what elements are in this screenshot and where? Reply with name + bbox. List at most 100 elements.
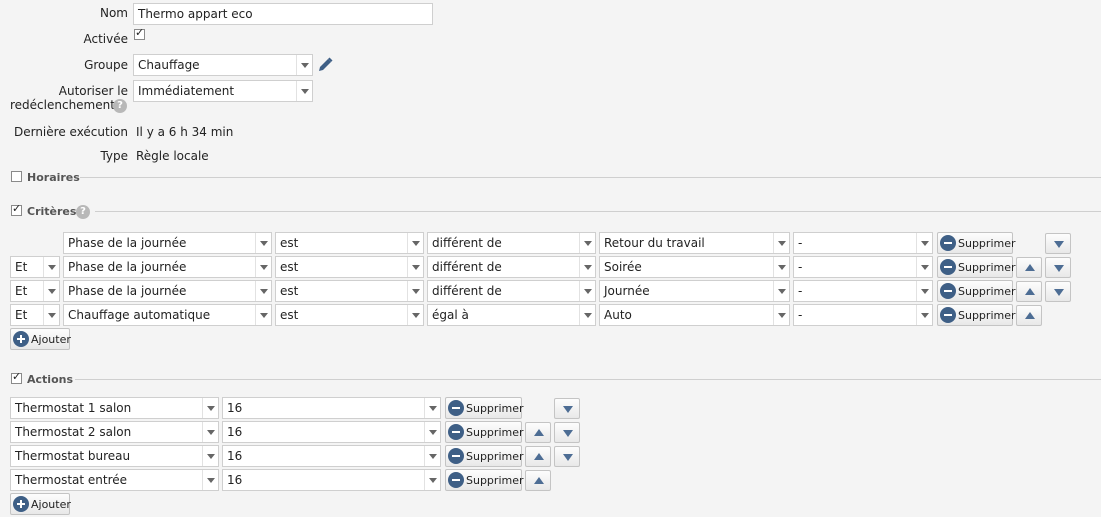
action-target-select[interactable]: Thermostat entrée (10, 469, 219, 491)
move-up-button[interactable] (1016, 305, 1042, 326)
activee-checkbox[interactable] (134, 26, 145, 40)
action-target-select[interactable]: Thermostat 1 salon (10, 397, 219, 419)
delete-criterion-button[interactable]: Supprimer (937, 280, 1016, 302)
move-up-button[interactable] (1016, 257, 1042, 278)
criteres-divider (95, 211, 1101, 212)
horaires-checkbox[interactable] (11, 171, 22, 182)
action-value-select[interactable]: 16 (222, 469, 441, 491)
delete-action-label: Supprimer (466, 450, 524, 463)
action-value-value: 16 (227, 473, 243, 487)
criterion-field-select[interactable]: Chauffage automatique (63, 304, 272, 326)
criterion-value-select[interactable]: Journée (599, 280, 790, 302)
groupe-select[interactable]: Chauffage (133, 54, 313, 76)
action-value-value: 16 (227, 425, 243, 439)
criterion-comparator-value: différent de (432, 260, 502, 274)
chevron-down-icon (579, 281, 595, 301)
groupe-select-value: Chauffage (138, 58, 200, 72)
move-down-button[interactable] (1045, 281, 1071, 302)
add-criterion-button[interactable]: Ajouter (10, 328, 71, 350)
chevron-down-icon (579, 233, 595, 253)
horaires-header[interactable]: Horaires (27, 171, 80, 184)
delete-action-label: Supprimer (466, 426, 524, 439)
criterion-extra-select[interactable]: - (793, 256, 933, 278)
delete-action-button[interactable]: Supprimer (445, 469, 524, 491)
criterion-field-value: Phase de la journée (68, 260, 187, 274)
delete-action-button[interactable]: Supprimer (445, 397, 524, 419)
add-action-button[interactable]: Ajouter (10, 493, 71, 515)
criterion-operator-select[interactable]: est (275, 280, 424, 302)
action-target-value: Thermostat entrée (15, 473, 128, 487)
move-down-button[interactable] (554, 446, 580, 467)
criterion-field-select[interactable]: Phase de la journée (63, 280, 272, 302)
criterion-operator-select[interactable]: est (275, 256, 424, 278)
add-criterion-label: Ajouter (31, 333, 71, 346)
chevron-down-icon (773, 281, 789, 301)
criterion-operator-select[interactable]: est (275, 304, 424, 326)
move-down-button[interactable] (554, 422, 580, 443)
move-up-button[interactable] (1016, 281, 1042, 302)
criterion-value-value: Auto (604, 308, 632, 322)
delete-criterion-button[interactable]: Supprimer (937, 256, 1016, 278)
criterion-conjunction-select[interactable]: Et (10, 304, 60, 326)
criterion-comparator-select[interactable]: différent de (427, 232, 596, 254)
chevron-down-icon (255, 257, 271, 277)
action-value-select[interactable]: 16 (222, 421, 441, 443)
move-down-button[interactable] (554, 398, 580, 419)
action-target-value: Thermostat bureau (15, 449, 131, 463)
add-action-label: Ajouter (31, 498, 71, 511)
chevron-down-icon (579, 305, 595, 325)
criterion-value-select[interactable]: Soirée (599, 256, 790, 278)
actions-header[interactable]: Actions (27, 373, 73, 386)
action-target-value: Thermostat 2 salon (15, 425, 132, 439)
criterion-field-select[interactable]: Phase de la journée (63, 232, 272, 254)
criterion-operator-select[interactable]: est (275, 232, 424, 254)
action-value-select[interactable]: 16 (222, 445, 441, 467)
action-value-value: 16 (227, 401, 243, 415)
criterion-extra-select[interactable]: - (793, 304, 933, 326)
help-icon[interactable]: ? (76, 205, 90, 219)
delete-criterion-button[interactable]: Supprimer (937, 232, 1016, 254)
action-target-select[interactable]: Thermostat 2 salon (10, 421, 219, 443)
move-down-button[interactable] (1045, 233, 1071, 254)
delete-action-button[interactable]: Supprimer (445, 421, 524, 443)
criterion-extra-select[interactable]: - (793, 232, 933, 254)
criterion-extra-select[interactable]: - (793, 280, 933, 302)
criterion-field-select[interactable]: Phase de la journée (63, 256, 272, 278)
criterion-operator-value: est (280, 236, 299, 250)
criterion-value-select[interactable]: Auto (599, 304, 790, 326)
action-target-select[interactable]: Thermostat bureau (10, 445, 219, 467)
move-up-button[interactable] (525, 470, 551, 491)
delete-criterion-label: Supprimer (958, 309, 1016, 322)
chevron-down-icon (773, 257, 789, 277)
chevron-down-icon (916, 257, 932, 277)
actions-checkbox[interactable] (11, 370, 22, 384)
pencil-icon[interactable] (316, 56, 334, 74)
minus-icon (448, 472, 464, 488)
chevron-down-icon (773, 305, 789, 325)
delete-criterion-button[interactable]: Supprimer (937, 304, 1016, 326)
redeclenchement-select-value: Immédiatement (138, 84, 235, 98)
redeclenchement-select[interactable]: Immédiatement (133, 80, 313, 102)
move-up-button[interactable] (525, 446, 551, 467)
criterion-conjunction-select[interactable]: Et (10, 280, 60, 302)
move-down-button[interactable] (1045, 257, 1071, 278)
chevron-down-icon (424, 446, 440, 466)
criterion-value-select[interactable]: Retour du travail (599, 232, 790, 254)
delete-action-button[interactable]: Supprimer (445, 445, 524, 467)
action-value-select[interactable]: 16 (222, 397, 441, 419)
criteres-header[interactable]: Critères (27, 205, 76, 218)
chevron-down-icon (424, 470, 440, 490)
criterion-comparator-select[interactable]: différent de (427, 256, 596, 278)
chevron-down-icon (773, 233, 789, 253)
criterion-field-value: Chauffage automatique (68, 308, 211, 322)
criterion-conjunction-select[interactable]: Et (10, 256, 60, 278)
chevron-down-icon (255, 233, 271, 253)
help-icon[interactable]: ? (113, 99, 127, 113)
nom-input[interactable]: Thermo appart eco (133, 3, 433, 25)
criterion-comparator-select[interactable]: égal à (427, 304, 596, 326)
minus-icon (940, 259, 956, 275)
move-up-button[interactable] (525, 422, 551, 443)
chevron-down-icon (43, 305, 59, 325)
criterion-comparator-select[interactable]: différent de (427, 280, 596, 302)
criteres-checkbox[interactable] (11, 202, 22, 216)
